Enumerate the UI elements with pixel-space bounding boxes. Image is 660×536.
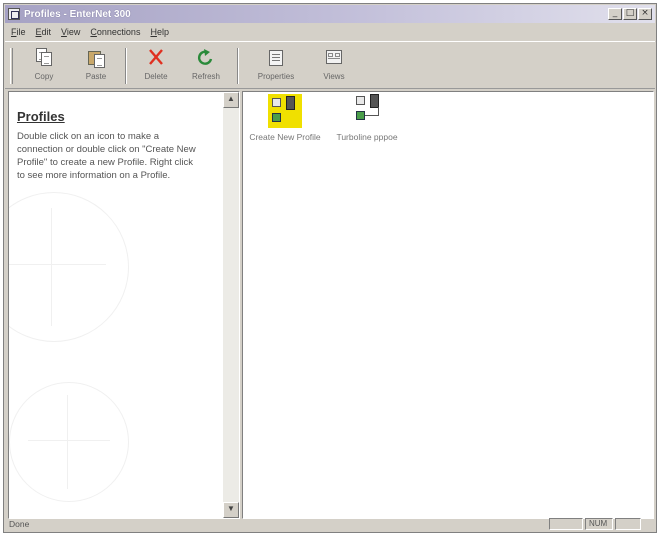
refresh-label: Refresh xyxy=(191,72,220,81)
paste-icon xyxy=(85,48,107,68)
resize-grip[interactable] xyxy=(643,518,655,530)
copy-icon xyxy=(33,48,55,68)
title-bar[interactable]: Profiles - EnterNet 300 _ □ × xyxy=(5,5,655,23)
copy-button[interactable]: Copy xyxy=(21,46,67,86)
toolbar-separator xyxy=(125,48,127,84)
new-profile-icon xyxy=(268,94,302,130)
toolbar: Copy Paste Delete Refresh Properties Vie… xyxy=(5,41,655,89)
profiles-list-pane[interactable]: Create New Profile Turboline pppoe xyxy=(242,91,654,519)
info-scrollbar[interactable]: ▲ ▼ xyxy=(223,92,239,518)
paste-label: Paste xyxy=(85,72,107,81)
toolbar-grip[interactable] xyxy=(10,48,13,84)
status-panel-empty xyxy=(549,518,583,530)
views-label: Views xyxy=(323,72,345,81)
properties-icon xyxy=(265,48,287,68)
close-button[interactable]: × xyxy=(638,8,652,20)
profile-item-create-new[interactable]: Create New Profile xyxy=(249,94,321,142)
scroll-up-button[interactable]: ▲ xyxy=(223,92,239,108)
globe-watermark-icon xyxy=(9,192,129,342)
num-lock-indicator: NUM xyxy=(585,518,613,530)
app-icon[interactable] xyxy=(8,8,20,20)
profile-label: Turboline pppoe xyxy=(336,132,398,142)
profile-item-turboline[interactable]: Turboline pppoe xyxy=(331,94,403,142)
menu-connections[interactable]: Connections xyxy=(90,27,140,37)
delete-button[interactable]: Delete xyxy=(133,46,179,86)
properties-button[interactable]: Properties xyxy=(253,46,299,86)
window-controls: _ □ × xyxy=(608,8,652,20)
toolbar-separator xyxy=(237,48,239,84)
info-description: Double click on an icon to make a connec… xyxy=(17,131,196,181)
menu-edit[interactable]: Edit xyxy=(36,27,52,37)
views-icon xyxy=(323,48,345,68)
menu-file[interactable]: File xyxy=(11,27,26,37)
delete-label: Delete xyxy=(144,72,168,81)
profile-connection-icon xyxy=(350,94,384,130)
refresh-arrow-icon xyxy=(195,48,217,68)
info-pane: Profiles Double click on an icon to make… xyxy=(8,91,240,519)
profile-label: Create New Profile xyxy=(249,132,321,142)
views-button[interactable]: Views xyxy=(311,46,357,86)
menu-view[interactable]: View xyxy=(61,27,80,37)
status-bar: Done NUM xyxy=(5,517,655,531)
app-window: Profiles - EnterNet 300 _ □ × File Edit … xyxy=(3,3,657,533)
status-panel-empty xyxy=(615,518,641,530)
paste-button[interactable]: Paste xyxy=(73,46,119,86)
window-title: Profiles - EnterNet 300 xyxy=(24,8,131,20)
copy-label: Copy xyxy=(34,72,54,81)
globe-watermark-icon xyxy=(9,382,129,502)
maximize-button[interactable]: □ xyxy=(623,8,637,20)
menu-bar: File Edit View Connections Help xyxy=(5,24,655,40)
info-heading: Profiles xyxy=(17,109,65,124)
status-text: Done xyxy=(9,519,30,529)
delete-x-icon xyxy=(145,48,167,68)
menu-help[interactable]: Help xyxy=(150,27,169,37)
minimize-button[interactable]: _ xyxy=(608,8,622,20)
scroll-down-button[interactable]: ▼ xyxy=(223,502,239,518)
refresh-button[interactable]: Refresh xyxy=(183,46,229,86)
properties-label: Properties xyxy=(257,72,295,81)
